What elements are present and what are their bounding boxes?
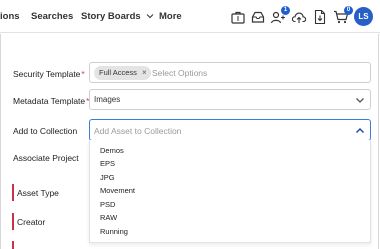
required-indicator — [12, 241, 14, 249]
metadata-template-label: Metadata Template* — [13, 96, 90, 106]
add-to-collection-select[interactable]: Add Asset to Collection — [89, 119, 371, 141]
asset-type-label: Asset Type — [17, 188, 59, 198]
nav-item-searches[interactable]: Searches — [31, 11, 73, 22]
full-access-chip: Full Access × — [94, 66, 151, 80]
chip-remove-button[interactable]: × — [142, 68, 147, 77]
required-indicator — [12, 213, 14, 230]
panel-right-border — [378, 34, 379, 249]
required-marker: * — [81, 69, 85, 79]
nav-item-collections[interactable]: ions — [0, 11, 20, 22]
chevron-up-icon[interactable] — [355, 126, 365, 136]
dropdown-option[interactable]: Running — [100, 227, 128, 236]
chevron-down-icon[interactable] — [355, 95, 365, 105]
security-template-placeholder: Select Options — [152, 68, 208, 78]
inbox-icon[interactable] — [250, 9, 266, 25]
metadata-template-value: Images — [94, 95, 121, 104]
security-template-label: Security Template* — [13, 69, 85, 79]
add-to-collection-label: Add to Collection — [13, 126, 78, 136]
required-indicator — [12, 184, 14, 201]
associate-project-label: Associate Project — [13, 153, 79, 163]
security-template-select[interactable]: Full Access × Select Options — [89, 62, 371, 83]
dropdown-option[interactable]: RAW — [100, 213, 117, 222]
dropdown-option[interactable]: JPG — [100, 173, 115, 182]
avatar[interactable]: LS — [354, 7, 373, 26]
collection-dropdown: Demos EPS JPG Movement PSD RAW Running — [89, 140, 371, 243]
nav-item-story-boards[interactable]: Story Boards — [81, 11, 141, 22]
dropdown-option[interactable]: Movement — [100, 186, 135, 195]
creator-label: Creator — [17, 217, 46, 227]
users-icon[interactable]: 1 — [270, 6, 290, 25]
document-download-icon[interactable] — [312, 9, 328, 25]
dropdown-option[interactable]: Demos — [100, 146, 124, 155]
dropdown-option[interactable]: EPS — [100, 159, 115, 168]
chevron-down-icon[interactable] — [145, 11, 155, 21]
dropdown-option[interactable]: PSD — [100, 200, 115, 209]
briefcase-icon[interactable] — [230, 9, 246, 25]
nav-item-more[interactable]: More — [159, 11, 182, 22]
top-nav: ions Searches Story Boards More 1 0 LS — [0, 0, 380, 33]
add-to-collection-placeholder: Add Asset to Collection — [94, 126, 182, 136]
upload-cloud-icon[interactable] — [291, 9, 307, 25]
panel-left-border — [0, 34, 1, 249]
metadata-template-select[interactable]: Images — [89, 89, 371, 110]
cart-icon[interactable]: 0 — [333, 6, 353, 25]
users-badge: 1 — [281, 6, 290, 15]
cart-badge: 0 — [344, 6, 353, 15]
